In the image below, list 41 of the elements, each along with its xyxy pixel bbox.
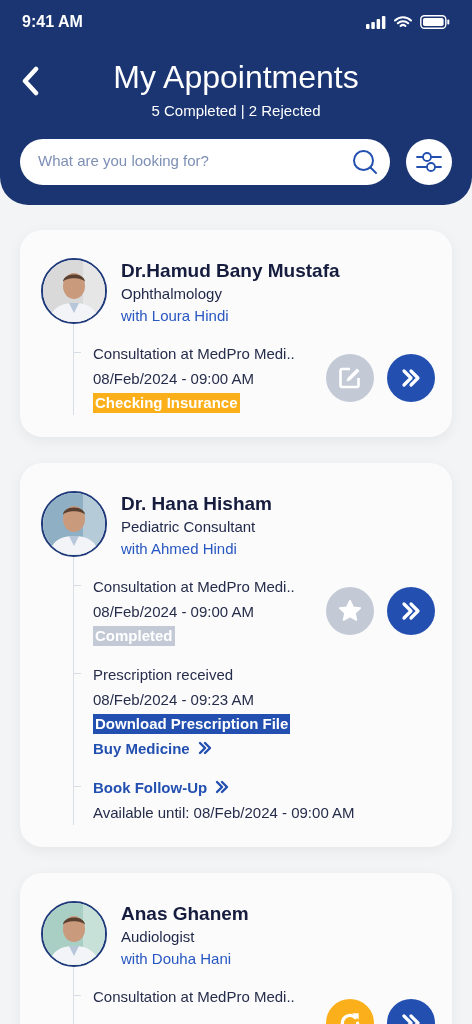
double-chevron-icon — [215, 780, 230, 794]
date-time-text: 08/Feb/2024 - 09:23 AM — [93, 689, 255, 710]
signal-icon — [366, 15, 386, 29]
double-chevron-icon — [400, 366, 422, 389]
doctor-name: Dr. Hana Hisham — [121, 491, 272, 516]
filter-icon — [416, 149, 442, 174]
companion-text: with Douha Hani — [121, 948, 233, 969]
buy-medicine-link[interactable]: Buy Medicine — [93, 735, 212, 761]
battery-icon — [420, 15, 450, 29]
follow-up-link[interactable]: Book Follow-Up — [93, 774, 230, 800]
specialty-text: Pediatric Consultant — [121, 516, 257, 537]
details-button[interactable] — [387, 353, 435, 402]
companion-text: with Loura Hindi — [121, 305, 230, 326]
page-title: My Appointments — [112, 58, 360, 96]
specialty-text: Ophthalmology — [121, 283, 223, 304]
search-field[interactable]: What are you looking for? — [20, 138, 390, 185]
star-icon — [337, 597, 363, 624]
status-tag: Completed — [93, 625, 175, 646]
wifi-icon — [394, 15, 412, 29]
details-button[interactable] — [387, 586, 435, 635]
doctor-name: Dr.Hamud Bany Mustafa — [121, 258, 340, 283]
specialty-text: Audiologist — [121, 926, 196, 947]
double-chevron-icon — [400, 599, 422, 622]
download-link[interactable]: Download Prescription File — [93, 713, 291, 734]
double-chevron-icon — [197, 741, 212, 755]
location-text: Consultation at MedPro Medi.. — [93, 986, 295, 1007]
date-time-text: 08/Feb/2024 - 09:00 AM — [93, 368, 255, 389]
page-subtitle: 5 Completed | 2 Rejected — [150, 101, 322, 121]
edit-icon — [338, 365, 362, 390]
availability-text: Available until: 08/Feb/2024 - 09:00 AM — [93, 802, 356, 823]
search-icon[interactable] — [352, 148, 378, 175]
date-time-text: 08/Feb/2024 - 09:00 AM — [93, 601, 255, 622]
prescription-text: Prescription received — [93, 664, 235, 685]
location-text: Consultation at MedPro Medi.. — [93, 343, 295, 364]
filter-button[interactable] — [406, 138, 452, 185]
status-time: 9:41 AM — [22, 12, 83, 32]
doctor-name: Anas Ghanem — [121, 901, 249, 926]
status-tag: Checking Insurance — [93, 392, 240, 413]
location-text: Consultation at MedPro Medi.. — [93, 576, 295, 597]
back-button[interactable] — [20, 66, 40, 96]
companion-text: with Ahmed Hindi — [121, 538, 238, 559]
